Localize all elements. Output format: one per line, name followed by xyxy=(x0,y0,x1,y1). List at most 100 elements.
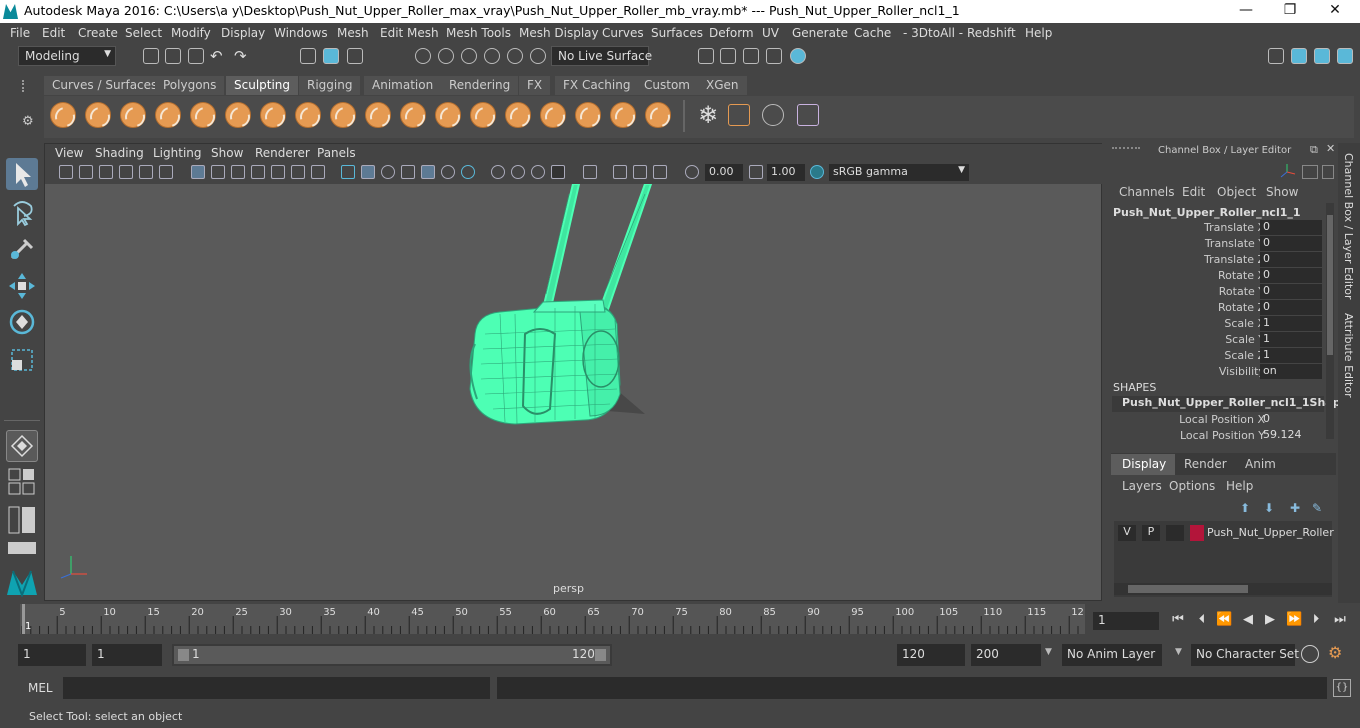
menu-uv[interactable]: UV xyxy=(762,26,779,40)
sculpt-material-icon[interactable] xyxy=(762,104,784,126)
lasso-tool-icon[interactable] xyxy=(6,196,38,228)
wax-tool-icon[interactable] xyxy=(400,102,426,128)
use-lights-icon[interactable] xyxy=(441,165,455,179)
save-scene-icon[interactable] xyxy=(188,48,204,64)
freeze-tool-icon[interactable] xyxy=(645,102,671,128)
textured-icon[interactable] xyxy=(401,165,415,179)
attr-value[interactable]: 0 xyxy=(1260,236,1322,251)
rotate-tool-icon[interactable] xyxy=(6,306,38,338)
render-settings-icon[interactable] xyxy=(766,48,782,64)
anti-aliasing-icon[interactable] xyxy=(531,165,545,179)
tab-xgen[interactable]: XGen xyxy=(698,76,747,95)
xray-active-icon[interactable] xyxy=(633,165,647,179)
mode-dropdown[interactable]: Modeling ▼ xyxy=(18,46,116,66)
new-scene-icon[interactable] xyxy=(143,48,159,64)
character-set-dropdown[interactable]: No Character Set xyxy=(1191,644,1299,666)
vp-menu-lighting[interactable]: Lighting xyxy=(153,146,202,160)
screen-space-ao-icon[interactable] xyxy=(491,165,505,179)
move-tool-icon[interactable] xyxy=(6,270,38,302)
attr-value[interactable]: 1 xyxy=(1260,348,1322,363)
range-start-handle[interactable] xyxy=(178,649,189,661)
motion-blur-icon[interactable] xyxy=(511,165,525,179)
attr-rotate-z[interactable]: Rotate Z0 xyxy=(1106,300,1322,316)
layer-horizontal-scrollbar[interactable] xyxy=(1114,583,1332,595)
channel-lock-icon[interactable] xyxy=(1302,165,1318,179)
smear-tool-icon[interactable] xyxy=(540,102,566,128)
sculpt-layer-icon[interactable] xyxy=(797,104,819,126)
shadows-icon[interactable] xyxy=(461,165,475,179)
flatten-tool-icon[interactable] xyxy=(225,102,251,128)
maximize-button[interactable]: ❐ xyxy=(1270,2,1310,18)
auto-key-icon[interactable] xyxy=(1301,645,1319,663)
ipr-render-icon[interactable] xyxy=(743,48,759,64)
tab-rendering[interactable]: Rendering xyxy=(441,76,519,95)
menu-mesh-display[interactable]: Mesh Display xyxy=(519,26,599,40)
tab-attribute-editor[interactable]: Attribute Editor xyxy=(1342,313,1355,398)
two-d-pan-icon[interactable] xyxy=(139,165,153,179)
fill-tool-icon[interactable] xyxy=(470,102,496,128)
spray-tool-icon[interactable] xyxy=(295,102,321,128)
layer-color-swatch[interactable] xyxy=(1190,525,1204,541)
film-gate-icon[interactable] xyxy=(211,165,225,179)
colorspace-dropdown[interactable]: sRGB gamma ▼ xyxy=(829,164,969,181)
tab-sculpting[interactable]: Sculpting xyxy=(226,76,299,95)
menu-mesh-tools[interactable]: Mesh Tools xyxy=(446,26,511,40)
isolate-select-icon[interactable] xyxy=(583,165,597,179)
tab-rigging[interactable]: Rigging xyxy=(299,76,361,95)
playback-end-field[interactable]: 120 xyxy=(897,644,965,666)
step-back-key-icon[interactable]: ⏪ xyxy=(1216,612,1232,628)
color-management-icon[interactable] xyxy=(810,165,824,179)
menu-redshift[interactable]: Redshift xyxy=(967,26,1016,40)
menu-3dtoall[interactable]: - 3DtoAll - xyxy=(903,26,963,40)
menu-file[interactable]: File xyxy=(10,26,30,40)
vp-menu-renderer[interactable]: Renderer xyxy=(255,146,310,160)
menu-help[interactable]: Help xyxy=(1025,26,1052,40)
menu-curves[interactable]: Curves xyxy=(602,26,644,40)
scrape-tool-icon[interactable] xyxy=(435,102,461,128)
menu-cache[interactable]: Cache xyxy=(854,26,891,40)
tab-custom[interactable]: Custom xyxy=(636,76,698,95)
range-slider[interactable]: 1 120 xyxy=(172,644,612,666)
foamy-tool-icon[interactable] xyxy=(260,102,286,128)
graph-layout-icon[interactable] xyxy=(8,542,36,554)
sculpt-tool-options-icon[interactable] xyxy=(728,104,750,126)
attr-value[interactable]: 0 xyxy=(1260,300,1322,315)
move-layer-down-icon[interactable]: ⬇ xyxy=(1264,501,1274,515)
current-frame-field[interactable]: 1 xyxy=(1093,612,1159,630)
vp-menu-view[interactable]: View xyxy=(55,146,83,160)
camera-attributes-icon[interactable] xyxy=(79,165,93,179)
move-layer-up-icon[interactable]: ⬆ xyxy=(1240,501,1250,515)
scale-tool-icon[interactable] xyxy=(6,344,38,376)
image-plane-icon[interactable] xyxy=(119,165,133,179)
menu-modify[interactable]: Modify xyxy=(171,26,211,40)
step-forward-frame-icon[interactable]: ⏵ xyxy=(1308,612,1324,628)
convert-freeze-icon[interactable]: ❄ xyxy=(695,102,721,128)
attr-value[interactable]: 0 xyxy=(1260,268,1322,283)
grab-tool-icon[interactable] xyxy=(155,102,181,128)
cb-menu-show[interactable]: Show xyxy=(1266,185,1298,199)
sculpt-tool-icon[interactable] xyxy=(50,102,76,128)
mel-input[interactable] xyxy=(63,677,490,699)
attr-translate-y[interactable]: Translate Y0 xyxy=(1106,236,1322,252)
resolution-gate-icon[interactable] xyxy=(231,165,245,179)
attr-rotate-x[interactable]: Rotate X0 xyxy=(1106,268,1322,284)
anim-layer-dropdown[interactable]: No Anim Layer xyxy=(1062,644,1162,666)
backface-icon[interactable] xyxy=(653,165,667,179)
mel-label[interactable]: MEL xyxy=(28,681,53,695)
amplify-tool-icon[interactable] xyxy=(610,102,636,128)
tab-fx-caching[interactable]: FX Caching xyxy=(555,76,639,95)
tab-fx[interactable]: FX xyxy=(519,76,551,95)
grid-icon[interactable] xyxy=(191,165,205,179)
tab-animation[interactable]: Animation xyxy=(364,76,442,95)
toggle-attribute-editor-icon[interactable] xyxy=(1291,48,1307,64)
grease-pencil-icon[interactable] xyxy=(159,165,173,179)
animation-end-field[interactable]: 200 xyxy=(971,644,1041,666)
outliner-layout-icon[interactable] xyxy=(8,506,36,534)
live-surface-field[interactable]: No Live Surface xyxy=(551,46,652,66)
vp-menu-panels[interactable]: Panels xyxy=(317,146,356,160)
chevron-down-icon[interactable]: ▼ xyxy=(1045,647,1052,657)
render-view-icon[interactable] xyxy=(698,48,714,64)
workspace-icon[interactable] xyxy=(1268,48,1284,64)
cb-menu-edit[interactable]: Edit xyxy=(1182,185,1205,199)
smooth-shade-icon[interactable] xyxy=(361,165,375,179)
